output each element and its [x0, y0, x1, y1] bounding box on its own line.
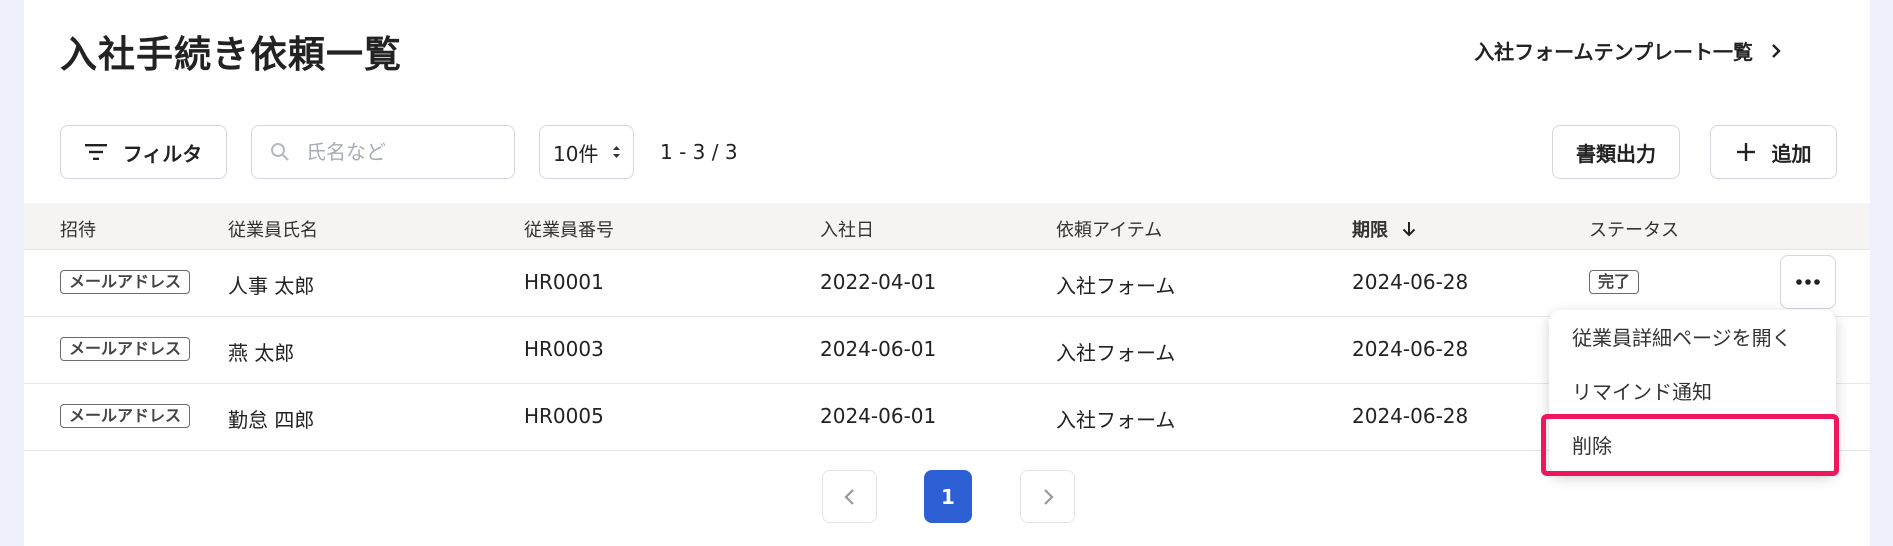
- header-join-date: 入社日: [820, 220, 874, 241]
- menu-item-delete[interactable]: 削除: [1572, 430, 1612, 459]
- menu-item-open-employee-detail[interactable]: 従業員詳細ページを開く: [1572, 322, 1792, 351]
- row-more-button[interactable]: [1780, 255, 1836, 309]
- header-request-item: 依頼アイテム: [1056, 220, 1163, 241]
- export-documents-button[interactable]: 書類出力: [1552, 125, 1680, 179]
- join-date: 2024-06-01: [820, 404, 937, 428]
- template-list-link[interactable]: 入社フォームテンプレート一覧: [1474, 36, 1785, 65]
- employee-name: 人事 太郎: [228, 274, 315, 298]
- filter-label: フィルタ: [122, 141, 203, 166]
- join-date: 2024-06-01: [820, 337, 937, 361]
- filter-icon: [84, 144, 107, 160]
- chevron-right-icon: [1772, 43, 1781, 58]
- request-item: 入社フォーム: [1056, 341, 1176, 365]
- chevron-right-icon: [1043, 488, 1054, 505]
- template-list-label: 入社フォームテンプレート一覧: [1474, 40, 1753, 64]
- header-employee-number: 従業員番号: [524, 220, 614, 241]
- employee-number: HR0001: [524, 270, 604, 294]
- header-deadline-label: 期限: [1352, 220, 1388, 241]
- request-item: 入社フォーム: [1056, 408, 1176, 432]
- join-date: 2022-04-01: [820, 270, 937, 294]
- page-title: 入社手続き依頼一覧: [60, 33, 402, 76]
- request-item: 入社フォーム: [1056, 274, 1176, 298]
- menu-item-remind[interactable]: リマインド通知: [1572, 376, 1712, 405]
- result-range: 1 - 3 / 3: [660, 140, 738, 164]
- invite-badge: メールアドレス: [60, 337, 191, 361]
- deadline: 2024-06-28: [1352, 337, 1469, 361]
- status-badge: 完了: [1589, 270, 1640, 294]
- more-horizontal-icon: [1796, 279, 1820, 285]
- header-status: ステータス: [1589, 220, 1679, 241]
- row-action-menu: 従業員詳細ページを開く リマインド通知 削除: [1549, 310, 1836, 474]
- invite-badge: メールアドレス: [60, 270, 191, 294]
- select-arrows-icon: [613, 146, 620, 158]
- deadline: 2024-06-28: [1352, 404, 1469, 428]
- search-icon: [271, 143, 289, 161]
- header-invite: 招待: [60, 220, 96, 241]
- employee-number: HR0005: [524, 404, 604, 428]
- table-row[interactable]: メールアドレス 人事 太郎 HR0001 2022-04-01 入社フォーム 2…: [24, 250, 1870, 317]
- search-input[interactable]: [304, 139, 488, 165]
- plus-icon: [1736, 143, 1755, 161]
- sort-descending-icon: [1402, 222, 1416, 237]
- deadline: 2024-06-28: [1352, 270, 1469, 294]
- table-header: 招待 従業員氏名 従業員番号 入社日 依頼アイテム 期限 ステータス: [24, 203, 1870, 250]
- add-button[interactable]: 追加: [1710, 125, 1837, 179]
- chevron-left-icon: [843, 488, 854, 505]
- employee-number: HR0003: [524, 337, 604, 361]
- header-deadline[interactable]: 期限: [1352, 216, 1416, 242]
- header-employee-name: 従業員氏名: [228, 220, 318, 241]
- filter-button[interactable]: フィルタ: [60, 125, 227, 179]
- add-label: 追加: [1771, 141, 1812, 166]
- search-box[interactable]: [251, 125, 515, 179]
- employee-name: 勤怠 四郎: [228, 408, 315, 432]
- employee-name: 燕 太郎: [228, 341, 295, 365]
- prev-page-button[interactable]: [822, 470, 877, 523]
- page-button-current[interactable]: 1: [924, 470, 972, 523]
- per-page-select[interactable]: 10件: [539, 125, 634, 179]
- next-page-button[interactable]: [1020, 470, 1075, 523]
- invite-badge: メールアドレス: [60, 404, 191, 428]
- per-page-value: 10件: [553, 141, 599, 166]
